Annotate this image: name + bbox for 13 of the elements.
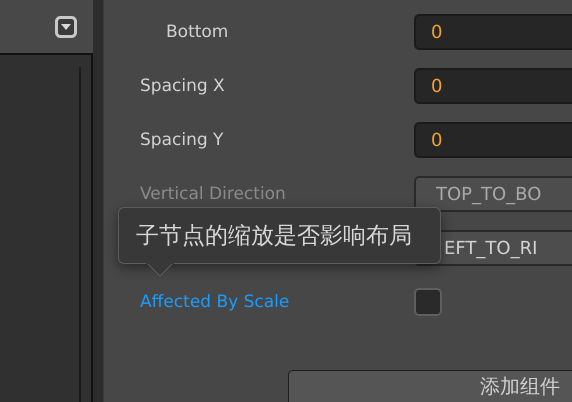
number-field[interactable]: 0 [414,68,572,104]
number-field[interactable]: 0 [414,122,572,158]
checkbox[interactable] [414,288,442,316]
property-label: Vertical Direction [140,184,287,204]
property-label: Spacing Y [140,130,224,150]
property-label: Bottom [165,22,230,42]
splitter-bar[interactable] [93,0,104,402]
number-field[interactable]: 0 [414,14,572,50]
add-component-button[interactable]: 添加组件 [288,370,572,402]
property-label: Spacing X [140,76,226,96]
property-label: Affected By Scale [140,292,290,312]
dropdown-icon[interactable] [55,16,77,38]
tooltip-pointer [146,263,176,278]
